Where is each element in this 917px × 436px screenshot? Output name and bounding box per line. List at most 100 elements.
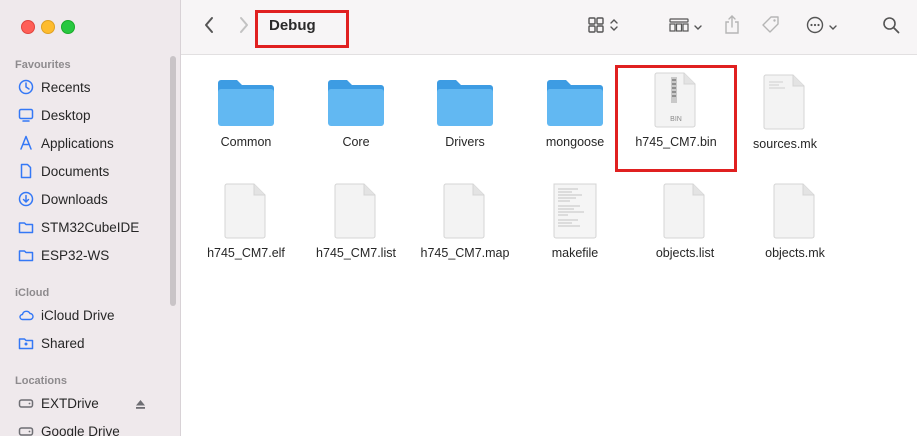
tag-button[interactable] [759, 15, 783, 39]
sidebar-item-esp32-ws[interactable]: ESP32-WS [8, 242, 168, 268]
sidebar-item-label: Recents [41, 79, 91, 95]
back-button[interactable] [199, 15, 219, 39]
file-item-h745-cm7-map[interactable]: h745_CM7.map [410, 182, 520, 260]
ellipsis-circle-icon [806, 16, 824, 39]
archive-file-icon: BIN [653, 71, 699, 129]
file-item-drivers[interactable]: Drivers [410, 75, 520, 149]
folder-icon [18, 219, 34, 235]
share-icon [724, 14, 740, 40]
blank-file-icon [223, 182, 269, 240]
file-item-h745-cm7-list[interactable]: h745_CM7.list [301, 182, 411, 260]
bin-badge: BIN [670, 116, 682, 123]
forward-button[interactable] [234, 15, 254, 39]
sidebar-item-label: iCloud Drive [41, 307, 115, 323]
file-label: Core [342, 135, 370, 149]
clock-icon [18, 79, 34, 95]
tag-icon [761, 15, 781, 40]
search-icon [882, 16, 900, 39]
window-title: Debug [269, 17, 316, 34]
sidebar: Favourites Recents Desktop Applications … [0, 0, 181, 436]
sidebar-item-documents[interactable]: Documents [8, 158, 168, 184]
drive-icon [18, 423, 34, 436]
folder-icon [326, 75, 386, 129]
close-window-button[interactable] [21, 20, 35, 34]
chevron-right-icon [238, 16, 250, 39]
sidebar-item-extdrive[interactable]: EXTDrive [8, 390, 168, 416]
sidebar-item-label: Desktop [41, 107, 91, 123]
desktop-icon [18, 107, 34, 123]
sidebar-item-google-drive[interactable]: Google Drive [8, 418, 168, 436]
file-item-h745-cm7-bin[interactable]: BIN h745_CM7.bin [621, 71, 731, 149]
blank-file-icon [662, 182, 708, 240]
file-label: objects.list [655, 246, 715, 260]
blank-file-icon [772, 182, 818, 240]
sidebar-item-label: Documents [41, 163, 110, 179]
file-item-h745-cm7-elf[interactable]: h745_CM7.elf [191, 182, 301, 260]
file-label: Drivers [445, 135, 485, 149]
grid-view-icon [588, 16, 604, 38]
sidebar-item-label: Shared [41, 335, 85, 351]
sidebar-item-recents[interactable]: Recents [8, 74, 168, 100]
folder-icon [216, 75, 276, 129]
applications-icon [18, 135, 34, 151]
sidebar-item-icloud-drive[interactable]: iCloud Drive [8, 302, 168, 328]
search-button[interactable] [879, 15, 903, 39]
file-label: h745_CM7.elf [207, 246, 285, 260]
chevron-left-icon [203, 16, 215, 39]
more-actions-button[interactable] [801, 15, 841, 39]
group-icon [668, 17, 689, 37]
sidebar-item-label: STM32CubeIDE [41, 219, 140, 235]
file-label: makefile [551, 246, 599, 260]
file-item-makefile[interactable]: makefile [520, 182, 630, 260]
favourites-section-title: Favourites [15, 59, 71, 71]
zoom-window-button[interactable] [61, 20, 75, 34]
blank-file-icon [333, 182, 379, 240]
sidebar-item-label: ESP32-WS [41, 247, 110, 263]
sidebar-item-label: Applications [41, 135, 114, 151]
chevron-down-icon [828, 18, 837, 36]
text-file-icon [552, 182, 598, 240]
file-label: mongoose [545, 135, 605, 149]
toolbar: Debug [181, 0, 917, 55]
sidebar-scrollbar[interactable] [170, 56, 176, 306]
view-mode-button[interactable] [583, 15, 623, 39]
blank-file-icon [442, 182, 488, 240]
document-icon [18, 163, 34, 179]
folder-icon [545, 75, 605, 129]
text-file-icon [762, 73, 808, 131]
sidebar-item-label: EXTDrive [41, 395, 99, 411]
file-item-mongoose[interactable]: mongoose [520, 75, 630, 149]
sidebar-item-stm32cubeide[interactable]: STM32CubeIDE [8, 214, 168, 240]
file-grid: Common Core Drivers mongoose BIN h745_CM… [181, 55, 917, 436]
file-label: h745_CM7.bin [635, 135, 717, 149]
share-button[interactable] [721, 14, 743, 40]
sidebar-item-applications[interactable]: Applications [8, 130, 168, 156]
file-label: sources.mk [753, 137, 817, 151]
group-button[interactable] [665, 15, 705, 39]
file-label: Common [220, 135, 272, 149]
shared-folder-icon [18, 335, 34, 351]
file-item-common[interactable]: Common [191, 75, 301, 149]
chevron-down-icon [693, 18, 702, 36]
file-label: objects.mk [765, 246, 825, 260]
eject-icon[interactable] [135, 397, 146, 409]
icloud-section-title: iCloud [15, 287, 50, 299]
cloud-icon [18, 307, 34, 323]
folder-icon [435, 75, 495, 129]
chevron-updown-icon [610, 18, 618, 37]
sidebar-item-desktop[interactable]: Desktop [8, 102, 168, 128]
file-item-objects-mk[interactable]: objects.mk [740, 182, 850, 260]
file-label: h745_CM7.list [316, 246, 396, 260]
sidebar-item-shared[interactable]: Shared [8, 330, 168, 356]
folder-icon [18, 247, 34, 263]
file-label: h745_CM7.map [420, 246, 510, 260]
sidebar-item-label: Downloads [41, 191, 108, 207]
file-item-objects-list[interactable]: objects.list [630, 182, 740, 260]
file-item-core[interactable]: Core [301, 75, 411, 149]
sidebar-item-downloads[interactable]: Downloads [8, 186, 168, 212]
minimize-window-button[interactable] [41, 20, 55, 34]
file-item-sources-mk[interactable]: sources.mk [730, 73, 840, 151]
downloads-icon [18, 191, 34, 207]
sidebar-item-label: Google Drive [41, 423, 120, 436]
locations-section-title: Locations [15, 375, 67, 387]
